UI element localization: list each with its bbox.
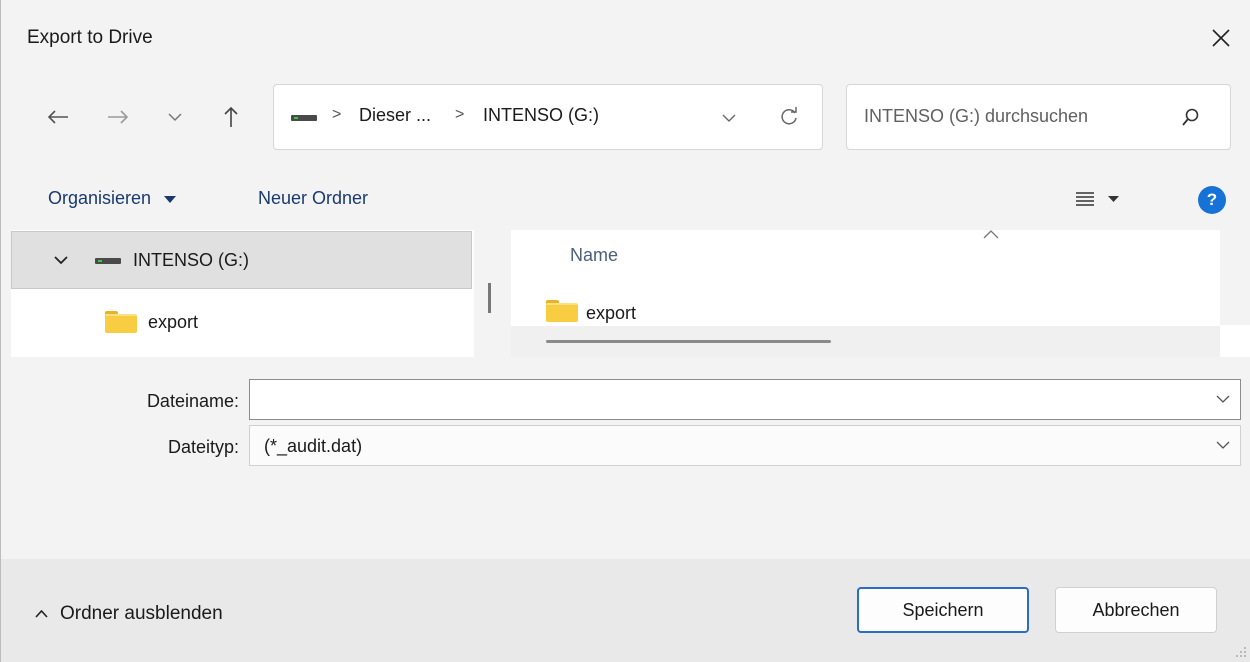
pane-splitter[interactable]	[474, 230, 511, 357]
chevron-down-icon	[1216, 441, 1230, 449]
address-bar[interactable]: > Dieser ... > INTENSO (G:)	[273, 84, 823, 150]
chevron-up-icon	[35, 610, 48, 618]
breadcrumb-this-pc[interactable]: Dieser ...	[359, 105, 431, 126]
save-dialog: Export to Drive > Dieser ... > INTENSO (…	[0, 0, 1250, 662]
filename-label: Dateiname:	[146, 391, 239, 411]
hide-folders-toggle[interactable]: Ordner ausblenden	[35, 603, 223, 625]
chevron-down-icon	[168, 112, 182, 121]
splitter-grip[interactable]	[488, 283, 491, 313]
address-history-chevron-icon[interactable]	[722, 114, 736, 123]
organize-menu-button[interactable]: Organisieren	[48, 188, 177, 209]
title-bar: Export to Drive	[1, 0, 1250, 70]
arrow-left-icon	[47, 110, 68, 124]
arrow-right-icon	[108, 110, 129, 124]
window-title: Export to Drive	[27, 27, 153, 48]
up-button[interactable]	[214, 95, 248, 139]
tree-item-drive[interactable]: INTENSO (G:)	[11, 231, 472, 289]
caret-down-icon	[1108, 195, 1119, 202]
new-folder-button[interactable]: Neuer Ordner	[258, 188, 368, 209]
view-list-icon	[1076, 192, 1094, 206]
search-input[interactable]: INTENSO (G:) durchsuchen	[864, 106, 1088, 127]
filetype-value: (*_audit.dat)	[264, 436, 363, 456]
recent-locations-button[interactable]	[158, 95, 192, 139]
back-button[interactable]	[41, 95, 75, 139]
breadcrumb-separator: >	[455, 106, 465, 123]
filetype-label: Dateityp:	[167, 437, 239, 457]
refresh-icon[interactable]	[779, 107, 799, 127]
breadcrumb-drive[interactable]: INTENSO (G:)	[483, 105, 599, 126]
cancel-button[interactable]: Abbrechen	[1055, 587, 1217, 633]
horizontal-scrollbar[interactable]	[546, 340, 831, 343]
folder-icon	[105, 311, 137, 333]
close-button[interactable]	[1201, 18, 1241, 58]
chevron-down-icon[interactable]	[1216, 395, 1230, 403]
column-header-name[interactable]: Name	[570, 245, 618, 266]
tree-drive-label: INTENSO (G:)	[133, 250, 249, 270]
folder-icon	[546, 300, 578, 322]
drive-icon	[291, 115, 317, 121]
hide-folders-label: Ordner ausblenden	[60, 603, 223, 624]
tree-item-label: export	[148, 312, 199, 332]
search-icon[interactable]	[1182, 108, 1200, 128]
file-row-export[interactable]: export	[546, 298, 946, 326]
breadcrumb-separator: >	[332, 106, 342, 123]
arrow-up-icon	[224, 106, 238, 127]
filetype-select[interactable]: (*_audit.dat)	[249, 425, 1241, 466]
command-bar	[1, 170, 1250, 230]
organize-label: Organisieren	[48, 188, 152, 208]
filename-field[interactable]	[249, 379, 1241, 420]
save-button[interactable]: Speichern	[857, 587, 1029, 633]
file-list-scrollbar[interactable]	[1220, 230, 1250, 325]
forward-button[interactable]	[101, 95, 135, 139]
search-box[interactable]: INTENSO (G:) durchsuchen	[846, 84, 1231, 150]
drive-icon	[95, 258, 121, 264]
close-icon	[1212, 29, 1230, 47]
sort-ascending-icon	[983, 230, 999, 239]
help-icon[interactable]: ?	[1198, 186, 1226, 214]
file-name: export	[586, 303, 637, 323]
view-options-button[interactable]	[1076, 192, 1119, 206]
caret-down-icon	[164, 196, 177, 203]
expand-chevron-icon[interactable]	[54, 256, 68, 265]
resize-grip-icon[interactable]	[1233, 644, 1247, 658]
tree-item-export[interactable]: export	[105, 309, 405, 337]
